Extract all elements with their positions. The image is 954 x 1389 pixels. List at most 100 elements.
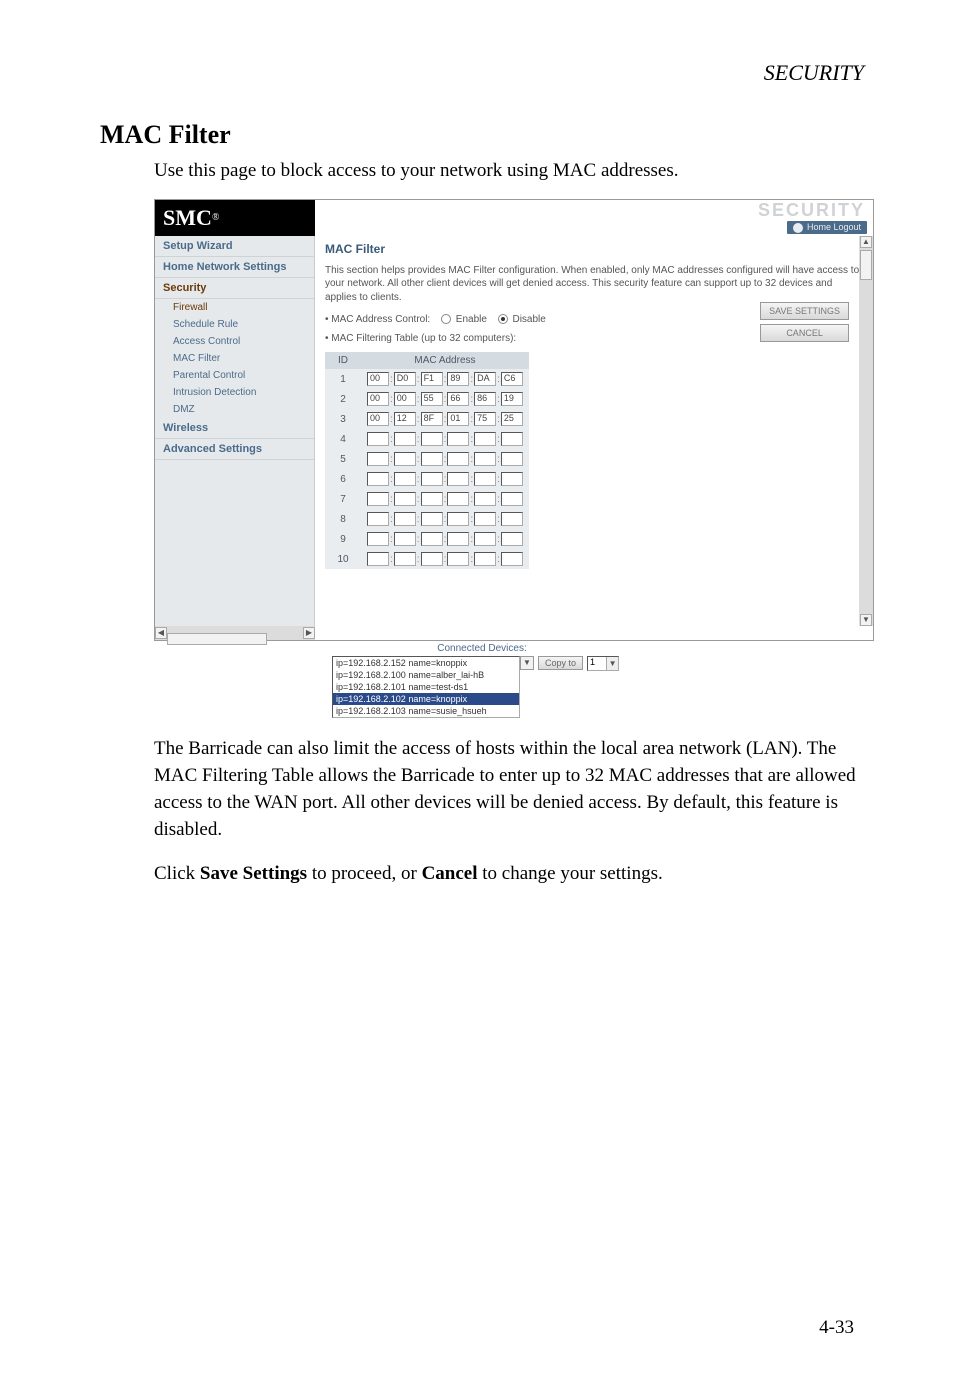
scroll-down-button[interactable]: ▼ bbox=[860, 614, 872, 626]
sidebar-item-wireless[interactable]: Wireless bbox=[155, 418, 314, 439]
sidebar-item-schedule-rule[interactable]: Schedule Rule bbox=[155, 316, 314, 333]
mac-octet-input[interactable]: 00 bbox=[367, 372, 389, 386]
mac-octet-input[interactable] bbox=[367, 512, 389, 526]
sidebar-item-parental-control[interactable]: Parental Control bbox=[155, 367, 314, 384]
mac-octet-input[interactable] bbox=[474, 492, 496, 506]
horizontal-scrollbar[interactable]: ◀ ▶ bbox=[155, 626, 315, 640]
mac-octet-input[interactable] bbox=[421, 452, 443, 466]
mac-octet-input[interactable] bbox=[394, 532, 416, 546]
mac-octet-input[interactable]: 75 bbox=[474, 412, 496, 426]
scroll-right-button[interactable]: ▶ bbox=[303, 627, 315, 639]
sidebar-item-security[interactable]: Security bbox=[155, 278, 314, 299]
home-logout-bar[interactable]: Home Logout bbox=[787, 221, 867, 234]
mac-octet-input[interactable]: DA bbox=[474, 372, 496, 386]
device-list-item[interactable]: ip=192.168.2.100 name=alber_lai-hB bbox=[333, 669, 519, 681]
mac-octet-input[interactable] bbox=[394, 472, 416, 486]
sidebar-item-intrusion-detection[interactable]: Intrusion Detection bbox=[155, 384, 314, 401]
mac-octet-input[interactable] bbox=[447, 492, 469, 506]
sidebar-item-dmz[interactable]: DMZ bbox=[155, 401, 314, 418]
mac-octet-input[interactable] bbox=[474, 552, 496, 566]
device-list-item[interactable]: ip=192.168.2.152 name=knoppix bbox=[333, 657, 519, 669]
mac-octet-input[interactable] bbox=[367, 532, 389, 546]
mac-octet-input[interactable]: F1 bbox=[421, 372, 443, 386]
mac-octet-input[interactable]: D0 bbox=[394, 372, 416, 386]
scroll-h-thumb[interactable] bbox=[167, 633, 267, 645]
mac-octet-input[interactable] bbox=[447, 452, 469, 466]
mac-octet-input[interactable] bbox=[447, 512, 469, 526]
body: Setup WizardHome Network SettingsSecurit… bbox=[155, 236, 873, 626]
mac-octet-input[interactable]: 55 bbox=[421, 392, 443, 406]
mac-octet-input[interactable] bbox=[501, 432, 523, 446]
enable-radio[interactable] bbox=[441, 314, 451, 324]
device-list-item[interactable]: ip=192.168.2.102 name=knoppix bbox=[333, 693, 519, 705]
copy-to-button[interactable]: Copy to bbox=[538, 656, 583, 670]
device-list[interactable]: ip=192.168.2.152 name=knoppixip=192.168.… bbox=[332, 656, 520, 718]
sidebar-item-home-network-settings[interactable]: Home Network Settings bbox=[155, 257, 314, 278]
mac-octet-input[interactable] bbox=[501, 532, 523, 546]
scroll-thumb[interactable] bbox=[860, 250, 872, 280]
copy-index-select[interactable]: 1 ▼ bbox=[587, 656, 619, 671]
vertical-scrollbar[interactable]: ▲ ▼ bbox=[859, 236, 873, 626]
sidebar-item-mac-filter[interactable]: MAC Filter bbox=[155, 350, 314, 367]
sidebar-item-access-control[interactable]: Access Control bbox=[155, 333, 314, 350]
mac-octet-input[interactable] bbox=[394, 492, 416, 506]
mac-octet-input[interactable] bbox=[421, 492, 443, 506]
mac-octet-input[interactable] bbox=[421, 432, 443, 446]
mac-octet-input[interactable] bbox=[367, 552, 389, 566]
mac-octet-input[interactable]: 19 bbox=[501, 392, 523, 406]
dropdown-handle[interactable]: ▼ bbox=[520, 656, 534, 670]
mac-octet-input[interactable]: 12 bbox=[394, 412, 416, 426]
mac-octet-input[interactable] bbox=[474, 512, 496, 526]
mac-octet-input[interactable] bbox=[421, 532, 443, 546]
mac-octet-input[interactable] bbox=[367, 432, 389, 446]
mac-octet-input[interactable]: 01 bbox=[447, 412, 469, 426]
mac-octet-input[interactable] bbox=[501, 512, 523, 526]
mac-octet-input[interactable]: 00 bbox=[367, 412, 389, 426]
cancel-button[interactable]: CANCEL bbox=[760, 324, 849, 342]
mac-octet-input[interactable] bbox=[367, 452, 389, 466]
mac-octet-input[interactable] bbox=[447, 432, 469, 446]
mac-octet-input[interactable] bbox=[501, 452, 523, 466]
p2-b: Save Settings bbox=[200, 863, 307, 884]
device-list-item[interactable]: ip=192.168.2.103 name=susie_hsueh bbox=[333, 705, 519, 717]
mac-octet-input[interactable] bbox=[394, 512, 416, 526]
mac-octet-input[interactable] bbox=[394, 432, 416, 446]
mac-octet-input[interactable]: 00 bbox=[394, 392, 416, 406]
mac-octet-input[interactable] bbox=[447, 532, 469, 546]
mac-octet-input[interactable] bbox=[474, 532, 496, 546]
sidebar-item-firewall[interactable]: Firewall bbox=[155, 299, 314, 316]
mac-octet-input[interactable] bbox=[367, 492, 389, 506]
col-mac: MAC Address bbox=[361, 352, 529, 369]
disable-radio[interactable] bbox=[498, 314, 508, 324]
mac-octet-input[interactable]: C6 bbox=[501, 372, 523, 386]
mac-octet-input[interactable] bbox=[447, 552, 469, 566]
mac-octet-input[interactable]: 89 bbox=[447, 372, 469, 386]
mac-octet-input[interactable] bbox=[421, 472, 443, 486]
scroll-up-button[interactable]: ▲ bbox=[860, 236, 872, 248]
table-row: 300:12:8F:01:75:25 bbox=[325, 409, 529, 429]
mac-octet-input[interactable] bbox=[421, 552, 443, 566]
mac-octet-input[interactable]: 66 bbox=[447, 392, 469, 406]
mac-octet-input[interactable]: 86 bbox=[474, 392, 496, 406]
mac-octet-input[interactable] bbox=[367, 472, 389, 486]
mac-octet-input[interactable] bbox=[474, 472, 496, 486]
mac-octet-input[interactable] bbox=[421, 512, 443, 526]
save-settings-button[interactable]: SAVE SETTINGS bbox=[760, 302, 849, 320]
mac-octet-input[interactable]: 25 bbox=[501, 412, 523, 426]
scroll-left-button[interactable]: ◀ bbox=[155, 627, 167, 639]
mac-octet-input[interactable] bbox=[501, 472, 523, 486]
chevron-down-icon[interactable]: ▼ bbox=[606, 657, 618, 670]
device-list-item[interactable]: ip=192.168.2.101 name=test-ds1 bbox=[333, 681, 519, 693]
mac-octet-input[interactable] bbox=[474, 432, 496, 446]
mac-octet-input[interactable] bbox=[474, 452, 496, 466]
mac-octet-input[interactable] bbox=[501, 492, 523, 506]
mac-octet-input[interactable] bbox=[394, 552, 416, 566]
mac-octet-input[interactable]: 00 bbox=[367, 392, 389, 406]
sidebar-item-advanced-settings[interactable]: Advanced Settings bbox=[155, 439, 314, 460]
mac-octet-input[interactable] bbox=[394, 452, 416, 466]
table-row: 200:00:55:66:86:19 bbox=[325, 389, 529, 409]
sidebar-item-setup-wizard[interactable]: Setup Wizard bbox=[155, 236, 314, 257]
mac-octet-input[interactable]: 8F bbox=[421, 412, 443, 426]
mac-octet-input[interactable] bbox=[447, 472, 469, 486]
mac-octet-input[interactable] bbox=[501, 552, 523, 566]
